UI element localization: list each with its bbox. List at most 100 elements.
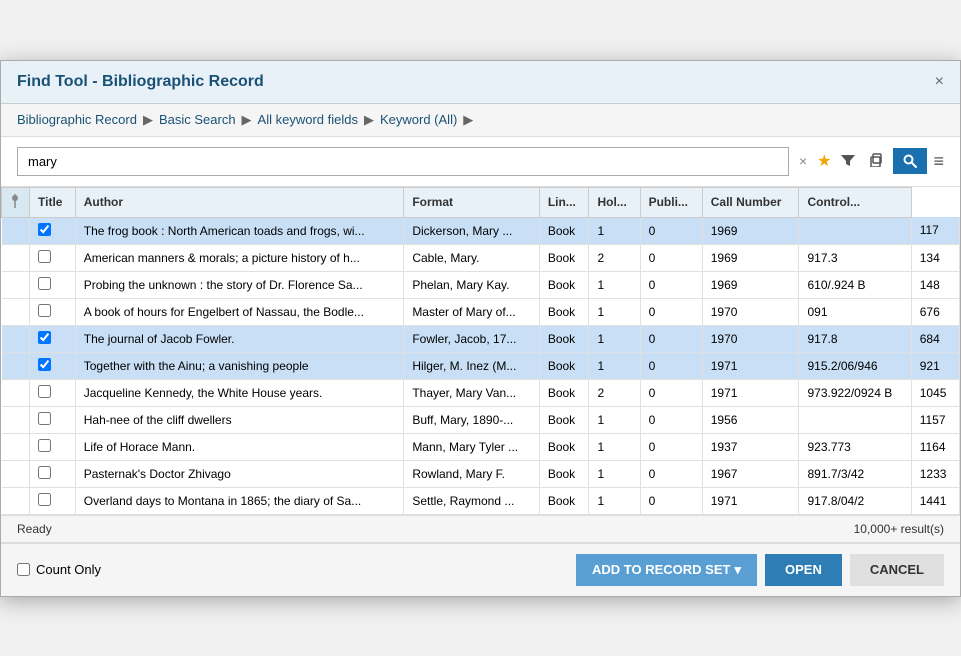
row-checkbox[interactable] (38, 223, 51, 236)
row-title: Probing the unknown : the story of Dr. F… (75, 271, 404, 298)
row-format: Book (539, 217, 589, 244)
row-callnum: 917.3 (799, 244, 911, 271)
row-hol: 0 (640, 217, 702, 244)
row-control: 134 (911, 244, 959, 271)
row-callnum: 917.8 (799, 325, 911, 352)
row-check-cell[interactable] (30, 271, 76, 298)
row-checkbox[interactable] (38, 277, 51, 290)
row-lin: 1 (589, 325, 640, 352)
filter-button[interactable] (837, 149, 859, 174)
col-publi[interactable]: Publi... (640, 187, 702, 217)
row-author: Fowler, Jacob, 17... (404, 325, 540, 352)
breadcrumb-item-3[interactable]: Keyword (All) (380, 112, 457, 127)
col-hol[interactable]: Hol... (589, 187, 640, 217)
breadcrumb-item-1[interactable]: Basic Search (159, 112, 236, 127)
search-execute-button[interactable] (893, 148, 927, 174)
row-pin-cell (2, 487, 30, 514)
col-author[interactable]: Author (75, 187, 404, 217)
col-control[interactable]: Control... (799, 187, 911, 217)
row-checkbox[interactable] (38, 331, 51, 344)
row-check-cell[interactable] (30, 244, 76, 271)
table-row[interactable]: The journal of Jacob Fowler. Fowler, Jac… (2, 325, 960, 352)
row-format: Book (539, 487, 589, 514)
row-author: Master of Mary of... (404, 298, 540, 325)
row-author: Rowland, Mary F. (404, 460, 540, 487)
status-text: Ready (17, 522, 52, 536)
row-callnum: 917.8/04/2 (799, 487, 911, 514)
row-title: Hah-nee of the cliff dwellers (75, 406, 404, 433)
row-check-cell[interactable] (30, 379, 76, 406)
row-callnum: 091 (799, 298, 911, 325)
row-checkbox[interactable] (38, 466, 51, 479)
row-control: 1045 (911, 379, 959, 406)
row-author: Cable, Mary. (404, 244, 540, 271)
cancel-button[interactable]: CANCEL (850, 554, 944, 586)
table-row[interactable]: A book of hours for Engelbert of Nassau,… (2, 298, 960, 325)
table-row[interactable]: Jacqueline Kennedy, the White House year… (2, 379, 960, 406)
row-pin-cell (2, 379, 30, 406)
row-check-cell[interactable] (30, 298, 76, 325)
count-only-checkbox[interactable] (17, 563, 30, 576)
row-hol: 0 (640, 325, 702, 352)
row-checkbox[interactable] (38, 493, 51, 506)
row-hol: 0 (640, 271, 702, 298)
row-checkbox[interactable] (38, 439, 51, 452)
row-control: 148 (911, 271, 959, 298)
row-lin: 1 (589, 406, 640, 433)
table-row[interactable]: Overland days to Montana in 1865; the di… (2, 487, 960, 514)
col-format[interactable]: Format (404, 187, 540, 217)
col-title[interactable]: Title (30, 187, 76, 217)
row-check-cell[interactable] (30, 352, 76, 379)
breadcrumb-item-2[interactable]: All keyword fields (258, 112, 358, 127)
star-button[interactable]: ★ (817, 151, 831, 171)
row-checkbox[interactable] (38, 385, 51, 398)
row-control: 1441 (911, 487, 959, 514)
count-only-label[interactable]: Count Only (17, 562, 101, 577)
clear-search-button[interactable]: × (795, 149, 811, 173)
row-callnum: 891.7/3/42 (799, 460, 911, 487)
table-row[interactable]: The frog book : North American toads and… (2, 217, 960, 244)
add-dropdown-arrow: ▾ (734, 562, 741, 578)
row-hol: 0 (640, 379, 702, 406)
row-publi: 1970 (702, 298, 799, 325)
search-bar: × ★ ≡ (1, 137, 960, 187)
row-check-cell[interactable] (30, 433, 76, 460)
col-lin[interactable]: Lin... (539, 187, 589, 217)
row-check-cell[interactable] (30, 487, 76, 514)
row-title: American manners & morals; a picture his… (75, 244, 404, 271)
open-button[interactable]: OPEN (765, 554, 842, 586)
results-table-container[interactable]: Title Author Format Lin... Hol... Publi.… (1, 187, 960, 516)
row-checkbox[interactable] (38, 358, 51, 371)
row-publi: 1971 (702, 487, 799, 514)
table-row[interactable]: Life of Horace Mann. Mann, Mary Tyler ..… (2, 433, 960, 460)
search-input[interactable] (17, 147, 789, 176)
row-author: Hilger, M. Inez (M... (404, 352, 540, 379)
close-button[interactable]: × (935, 73, 944, 91)
row-checkbox[interactable] (38, 304, 51, 317)
row-control: 1157 (911, 406, 959, 433)
breadcrumb-sep-1: ▶ (242, 112, 252, 128)
table-row[interactable]: Pasternak's Doctor Zhivago Rowland, Mary… (2, 460, 960, 487)
row-check-cell[interactable] (30, 217, 76, 244)
table-row[interactable]: Probing the unknown : the story of Dr. F… (2, 271, 960, 298)
table-row[interactable]: American manners & morals; a picture his… (2, 244, 960, 271)
row-checkbox[interactable] (38, 412, 51, 425)
row-format: Book (539, 325, 589, 352)
copy-button[interactable] (865, 149, 887, 174)
table-row[interactable]: Hah-nee of the cliff dwellers Buff, Mary… (2, 406, 960, 433)
breadcrumb-item-0[interactable]: Bibliographic Record (17, 112, 137, 127)
row-check-cell[interactable] (30, 406, 76, 433)
menu-button[interactable]: ≡ (933, 151, 944, 172)
table-row[interactable]: Together with the Ainu; a vanishing peop… (2, 352, 960, 379)
col-callnum[interactable]: Call Number (702, 187, 799, 217)
add-to-record-set-button[interactable]: ADD TO RECORD SET ▾ (576, 554, 757, 586)
row-pin-cell (2, 406, 30, 433)
row-pin-cell (2, 325, 30, 352)
row-format: Book (539, 460, 589, 487)
row-pin-cell (2, 271, 30, 298)
row-checkbox[interactable] (38, 250, 51, 263)
row-lin: 1 (589, 433, 640, 460)
row-check-cell[interactable] (30, 460, 76, 487)
row-format: Book (539, 352, 589, 379)
row-check-cell[interactable] (30, 325, 76, 352)
